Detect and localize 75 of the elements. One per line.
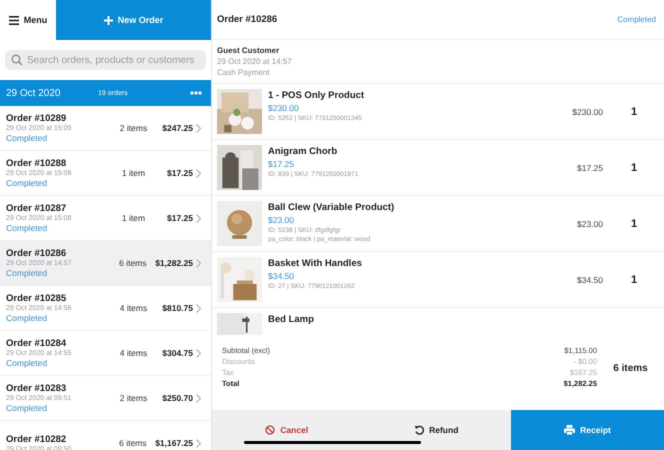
item-count: 6 items bbox=[118, 258, 148, 268]
chevron-icon bbox=[196, 124, 201, 132]
order-total: $17.25 bbox=[166, 168, 193, 178]
item-count: 1 item bbox=[120, 168, 146, 178]
item-count: 1 item bbox=[120, 213, 146, 223]
line-total: $17.25 bbox=[576, 162, 603, 172]
quantity: 1 bbox=[630, 274, 638, 286]
payment-method: Cash Payment bbox=[217, 68, 270, 77]
order-title: Order #10286 bbox=[217, 14, 278, 25]
order-number: Order #10282 bbox=[6, 434, 68, 444]
undo-icon bbox=[414, 425, 424, 435]
product-name: 1 - POS Only Product bbox=[268, 90, 366, 101]
chevron-icon bbox=[196, 394, 201, 402]
unit-price: $17.25 bbox=[268, 159, 295, 169]
order-time: 29 Oct 2020 at 14:57 bbox=[217, 57, 293, 66]
line-total: $34.50 bbox=[576, 274, 603, 284]
order-number: Order #10285 bbox=[6, 293, 68, 304]
order-total: $1,167.25 bbox=[155, 438, 194, 448]
unit-price: $34.50 bbox=[268, 271, 295, 281]
order-number: Order #10289 bbox=[6, 113, 68, 124]
product-name: Ball Clew (Variable Product) bbox=[268, 202, 396, 213]
printer-icon bbox=[564, 425, 576, 435]
item-count: 6 items bbox=[612, 363, 649, 374]
unit-price: $230.00 bbox=[268, 103, 300, 113]
quantity: 1 bbox=[630, 218, 638, 230]
product-name: Anigram Chorb bbox=[268, 146, 338, 157]
order-number: Order #10284 bbox=[6, 338, 68, 349]
plus-icon bbox=[104, 16, 113, 24]
chevron-icon bbox=[196, 168, 201, 178]
unit-price: $23.00 bbox=[268, 215, 295, 225]
group-date: 29 Oct 2020 bbox=[6, 88, 62, 98]
order-total: $17.25 bbox=[166, 213, 193, 223]
new-order-button[interactable]: New Order bbox=[56, 0, 211, 40]
item-count: 2 items bbox=[118, 393, 148, 403]
chevron-icon bbox=[196, 214, 201, 222]
item-count: 4 items bbox=[118, 303, 148, 313]
chevron-icon bbox=[196, 348, 201, 358]
cancel-icon bbox=[265, 425, 276, 435]
order-status: Completed bbox=[6, 313, 48, 323]
order-total: $1,282.25 bbox=[155, 258, 194, 268]
order-number: Order #10288 bbox=[6, 158, 68, 169]
search-field[interactable]: Search orders, products or customers bbox=[5, 50, 206, 70]
item-count: 4 items bbox=[118, 348, 148, 358]
item-count: 6 items bbox=[118, 438, 148, 448]
product-name: Bed Lamp bbox=[268, 314, 315, 325]
cancel-button[interactable]: Cancel bbox=[212, 424, 362, 436]
refund-button[interactable]: Refund bbox=[362, 424, 511, 436]
menu-icon bbox=[8, 16, 19, 24]
order-total: $247.25 bbox=[161, 123, 193, 133]
chevron-icon bbox=[196, 304, 201, 312]
line-total: $23.00 bbox=[576, 218, 603, 228]
line-total: $230.00 bbox=[571, 106, 603, 116]
order-status: Completed bbox=[6, 358, 48, 368]
search-icon bbox=[11, 54, 23, 66]
order-status: Completed bbox=[6, 178, 48, 188]
chevron-icon bbox=[196, 438, 201, 448]
customer-name: Guest Customer bbox=[217, 46, 280, 55]
receipt-button[interactable]: Receipt bbox=[511, 410, 664, 450]
order-number: Order #10286 bbox=[6, 248, 68, 259]
more-icon[interactable] bbox=[190, 91, 202, 95]
order-total: $810.75 bbox=[161, 303, 193, 313]
item-count: 2 items bbox=[118, 123, 148, 133]
order-total: $250.70 bbox=[161, 393, 193, 403]
product-name: Basket With Handles bbox=[268, 258, 363, 269]
order-status: Completed bbox=[6, 223, 48, 233]
quantity: 1 bbox=[630, 106, 638, 118]
chevron-icon bbox=[196, 258, 201, 268]
order-status: Completed bbox=[6, 403, 48, 413]
order-number: Order #10283 bbox=[6, 383, 68, 394]
order-status: Completed bbox=[6, 268, 48, 278]
quantity: 1 bbox=[630, 162, 638, 174]
order-status: Completed bbox=[6, 133, 48, 143]
order-total: $304.75 bbox=[161, 348, 193, 358]
order-number: Order #10287 bbox=[6, 203, 68, 214]
order-status: Completed bbox=[617, 15, 656, 24]
